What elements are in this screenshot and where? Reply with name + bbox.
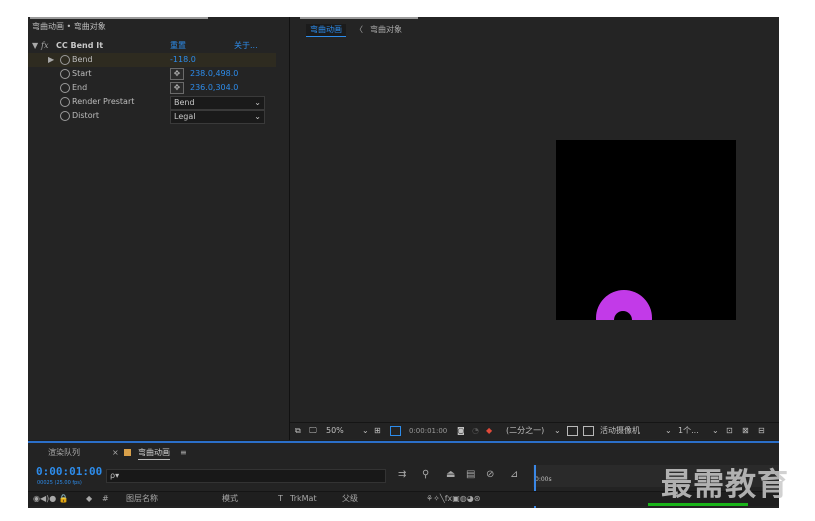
search-icon: ρ▾ <box>110 471 120 480</box>
prop-row-bend[interactable]: ▶ Bend -118.0 <box>28 53 276 67</box>
composition-canvas[interactable] <box>556 140 736 320</box>
prop-name: Render Prestart <box>72 97 135 106</box>
layer-search-input[interactable]: ρ▾ <box>106 469 386 483</box>
reset-link[interactable]: 重置 <box>170 39 186 53</box>
twirl-open-icon[interactable]: ▼ <box>32 39 38 53</box>
composition-icon <box>124 449 131 456</box>
column-number: # <box>102 494 109 503</box>
transparency-grid-icon[interactable] <box>583 426 594 436</box>
zoom-select[interactable]: 50% <box>326 425 344 437</box>
effect-name: CC Bend It <box>56 41 104 50</box>
effect-controls-title: 弯曲动画 • 弯曲对象 <box>32 22 106 31</box>
grid-icon[interactable]: ⊞ <box>374 425 381 437</box>
point-picker-icon[interactable]: ✥ <box>170 82 184 94</box>
prop-name: End <box>72 83 88 92</box>
shy-layers-icon[interactable]: ⏏ <box>446 469 455 480</box>
stopwatch-icon[interactable] <box>60 111 70 121</box>
graph-editor-icon[interactable]: ⊿ <box>510 469 518 480</box>
toggle-pixel-aspect-icon[interactable]: ⊡ <box>726 425 733 437</box>
select-value: Bend <box>174 98 195 107</box>
panel-scroll-indicator <box>30 17 208 19</box>
column-layer-name[interactable]: 图层名称 <box>126 492 158 506</box>
distort-select[interactable]: Legal ⌄ <box>170 110 265 124</box>
prop-name: Bend <box>72 55 93 64</box>
resolution-select[interactable]: (二分之一) <box>506 425 544 437</box>
stopwatch-icon[interactable] <box>60 97 70 107</box>
fast-previews-icon[interactable]: ⊠ <box>742 425 749 437</box>
render-prestart-select[interactable]: Bend ⌄ <box>170 96 265 110</box>
prop-value-bend[interactable]: -118.0 <box>170 53 196 67</box>
fx-toggle[interactable]: fx <box>41 39 48 53</box>
chevron-down-icon[interactable]: ⌄ <box>712 425 719 437</box>
effect-controls-header: 弯曲动画 • 弯曲对象 <box>28 20 289 34</box>
composition-toolbar: ⧉ 🖵 50% ⌄ ⊞ 0:00:01:00 ◙ ◔ ◆ (二分之一) ⌄ 活动… <box>290 422 779 439</box>
panel-menu-icon[interactable]: ≡ <box>180 447 187 459</box>
motion-blur-icon[interactable]: ⊘ <box>486 469 494 480</box>
current-time-display[interactable]: 0:00:01:00 <box>409 425 447 437</box>
switches-icons[interactable]: ⚘✧╲fx▣◍◕⊛ <box>426 492 480 506</box>
chevron-down-icon[interactable]: ⌄ <box>362 425 369 437</box>
mask-visibility-icon[interactable] <box>390 426 401 436</box>
monitor-icon[interactable]: 🖵 <box>309 425 317 437</box>
stopwatch-icon[interactable] <box>60 69 70 79</box>
effect-controls-panel: 弯曲动画 • 弯曲对象 ▼ fx CC Bend It 重置 关于... ▶ B… <box>28 17 290 440</box>
prop-name: Start <box>72 69 92 78</box>
frame-rate: 00025 (25.00 fps) <box>37 480 82 486</box>
chevron-down-icon: ⌄ <box>254 98 261 107</box>
prop-name: Distort <box>72 111 100 120</box>
after-effects-window: 弯曲动画 • 弯曲对象 ▼ fx CC Bend It 重置 关于... ▶ B… <box>28 17 779 508</box>
comp-flowchart-icon[interactable]: ⇉ <box>398 469 406 480</box>
effect-row-cc-bend-it[interactable]: ▼ fx CC Bend It 重置 关于... <box>28 39 278 53</box>
ruler-start-label: 0:00s <box>535 476 552 483</box>
always-preview-icon[interactable]: ⧉ <box>295 425 301 437</box>
color-channels-icon[interactable]: ◆ <box>486 425 492 437</box>
current-time[interactable]: 0:00:01:00 <box>36 465 102 478</box>
timeline-icon[interactable]: ⊟ <box>758 425 765 437</box>
point-picker-icon[interactable]: ✥ <box>170 68 184 80</box>
chevron-down-icon: ⌄ <box>254 112 261 121</box>
close-icon[interactable]: × <box>112 447 119 459</box>
av-features-icons[interactable]: ◉◀)● 🔒 <box>33 492 69 506</box>
stopwatch-icon[interactable] <box>60 55 70 65</box>
twirl-closed-icon[interactable]: ▶ <box>48 53 54 67</box>
frame-blending-icon[interactable]: ▤ <box>466 469 475 480</box>
tab-bend-animation[interactable]: 弯曲动画 <box>138 447 170 460</box>
draft-3d-icon[interactable]: ⚲ <box>422 469 429 480</box>
label-icon[interactable]: ◆ <box>86 492 92 506</box>
camera-snapshot-icon[interactable]: ◙ <box>457 425 465 437</box>
composition-panel: 弯曲动画 〈 弯曲对象 ⧉ 🖵 50% ⌄ ⊞ 0:00:01:00 ◙ ◔ ◆… <box>290 17 779 440</box>
prop-value-start[interactable]: 238.0,498.0 <box>190 67 238 81</box>
select-value: Legal <box>174 112 196 121</box>
panel-scroll-indicator <box>300 17 418 19</box>
column-parent[interactable]: 父级 <box>342 492 358 506</box>
about-link[interactable]: 关于... <box>234 39 258 53</box>
column-t[interactable]: T <box>278 492 283 506</box>
camera-select[interactable]: 活动摄像机 <box>600 425 640 437</box>
region-of-interest-icon[interactable] <box>567 426 578 436</box>
watermark-text: 最需教育 <box>661 467 789 503</box>
show-snapshot-icon[interactable]: ◔ <box>472 425 479 437</box>
prop-value-end[interactable]: 236.0,304.0 <box>190 81 238 95</box>
column-trkmat[interactable]: TrkMat <box>290 492 317 506</box>
tab-separator: 〈 <box>355 25 363 34</box>
tab-comp-bend-animation[interactable]: 弯曲动画 <box>306 24 346 37</box>
tab-comp-bend-object[interactable]: 弯曲对象 <box>366 24 406 36</box>
prop-row-render-prestart[interactable]: Render Prestart Bend ⌄ <box>28 95 278 110</box>
stopwatch-icon[interactable] <box>60 83 70 93</box>
chevron-down-icon[interactable]: ⌄ <box>554 425 561 437</box>
prop-row-distort[interactable]: Distort Legal ⌄ <box>28 109 278 124</box>
chevron-down-icon[interactable]: ⌄ <box>665 425 672 437</box>
prop-row-start[interactable]: Start ✥ 238.0,498.0 <box>28 67 278 81</box>
column-mode[interactable]: 模式 <box>222 492 238 506</box>
view-layout-select[interactable]: 1个... <box>678 425 699 437</box>
tab-render-queue[interactable]: 渲染队列 <box>48 447 80 459</box>
prop-row-end[interactable]: End ✥ 236.0,304.0 <box>28 81 278 95</box>
